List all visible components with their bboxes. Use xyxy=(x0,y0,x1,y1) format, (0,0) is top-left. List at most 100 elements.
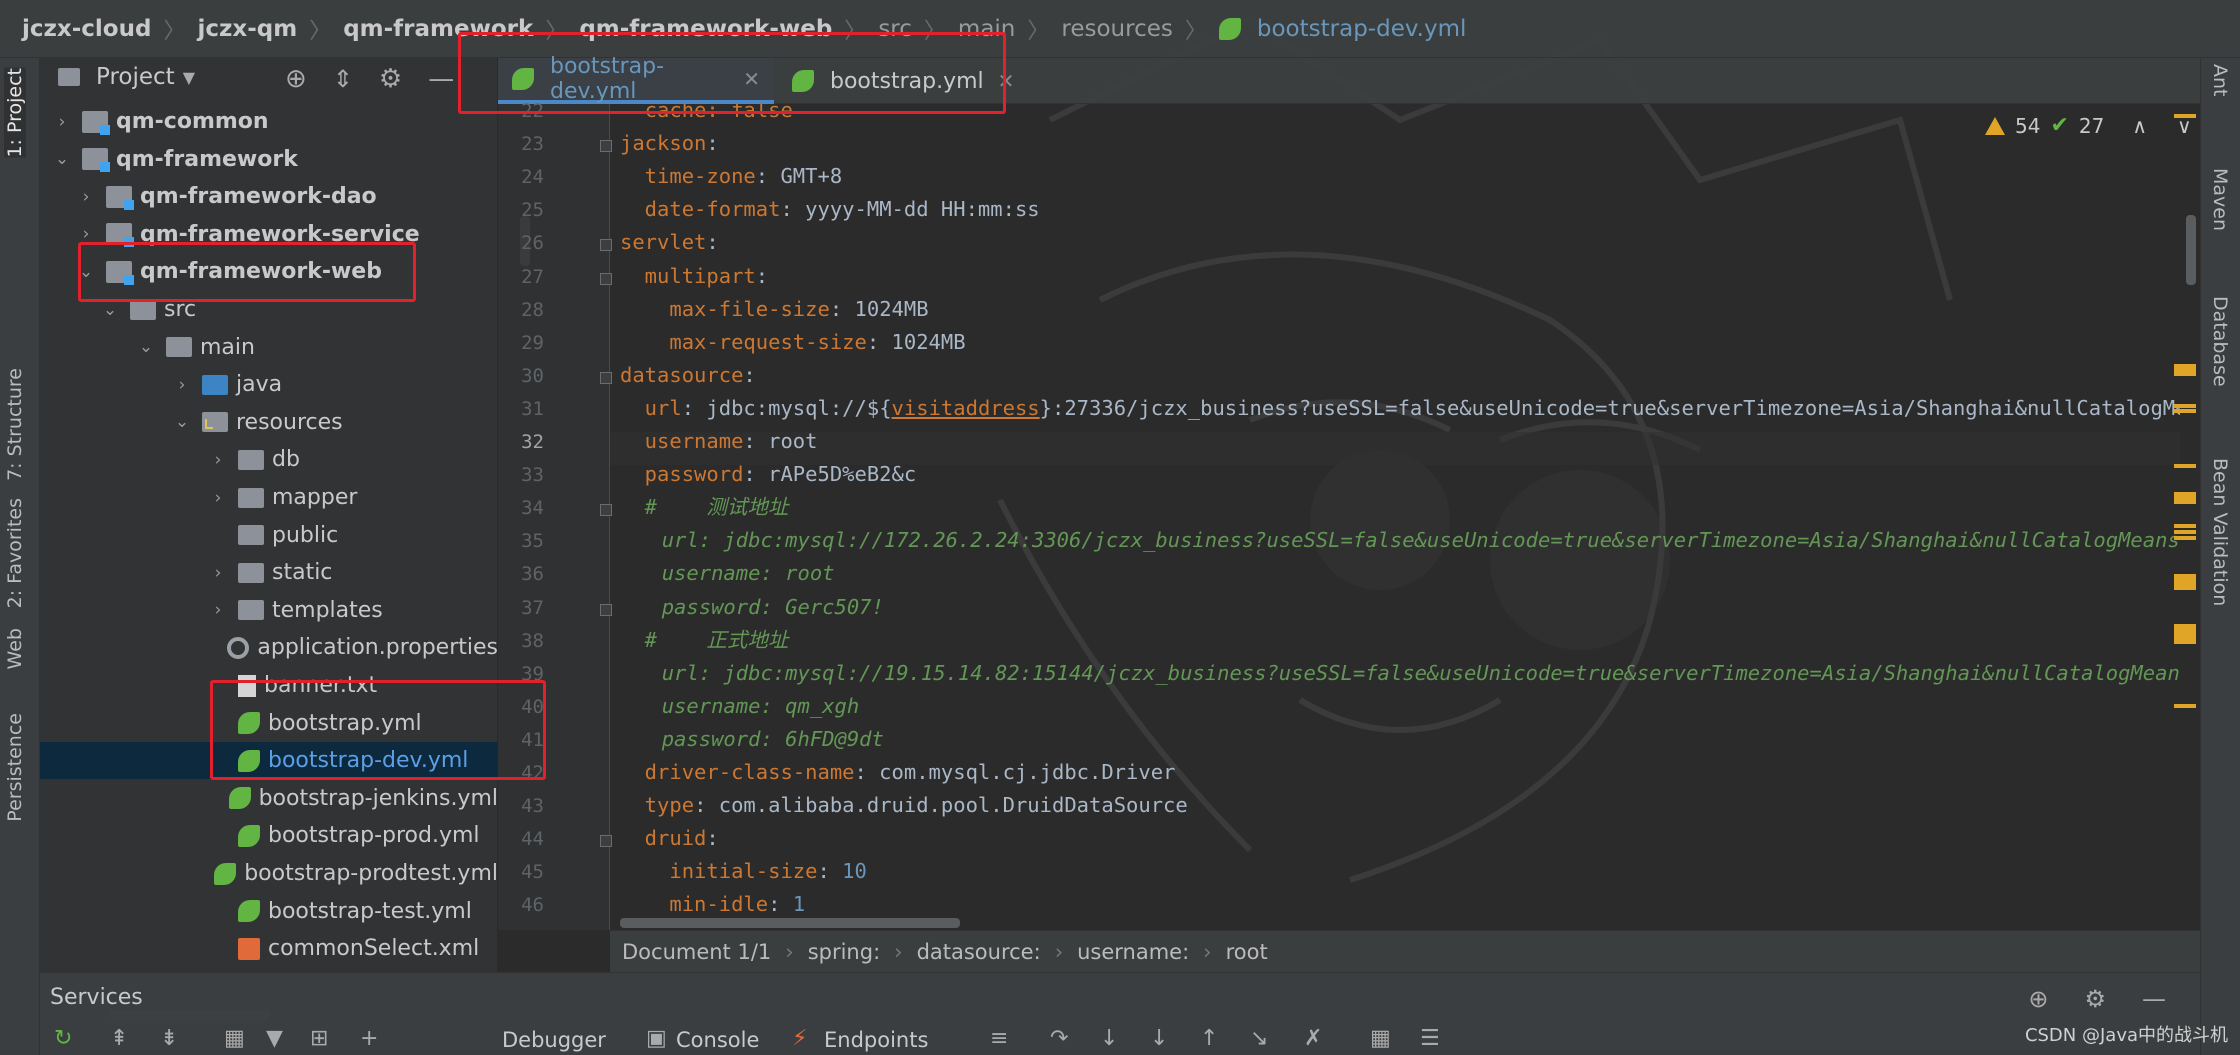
line-number[interactable]: 27 xyxy=(498,266,544,288)
rerun-icon[interactable]: ↻ xyxy=(54,1026,72,1051)
tree-item[interactable]: banner.txt xyxy=(40,667,498,704)
fold-marker-icon[interactable] xyxy=(600,371,612,384)
services-tab-endpoints[interactable]: Endpoints xyxy=(824,1028,928,1052)
tool-tab-database[interactable]: Database xyxy=(2209,296,2231,387)
tool-tab-persistence[interactable]: Persistence xyxy=(4,713,26,822)
chevron-icon[interactable]: › xyxy=(52,112,72,132)
chevron-icon[interactable]: › xyxy=(76,224,96,244)
filter-icon[interactable]: ▼ xyxy=(266,1026,283,1051)
locate-icon[interactable]: ⊕ xyxy=(2028,985,2048,1013)
line-number[interactable]: 31 xyxy=(498,398,544,420)
tree-item[interactable]: › qm-framework-dao xyxy=(40,178,498,215)
line-number[interactable]: 39 xyxy=(498,663,544,685)
tool-tab-web[interactable]: Web xyxy=(4,628,26,669)
fold-marker-icon[interactable] xyxy=(600,140,612,153)
expand-all-icon[interactable]: ⇞ xyxy=(110,1026,128,1051)
warning-marker[interactable] xyxy=(2174,372,2196,376)
chevron-icon[interactable]: ⌄ xyxy=(100,300,120,320)
chevron-icon[interactable]: › xyxy=(208,563,228,583)
warning-marker[interactable] xyxy=(2174,640,2196,644)
tree-item[interactable]: › static xyxy=(40,554,498,591)
collapse-all-icon[interactable]: ⇟ xyxy=(160,1026,178,1051)
tree-item[interactable]: bootstrap-dev.yml xyxy=(40,742,498,780)
tool-tab-favorites[interactable]: 2: Favorites xyxy=(4,498,26,608)
tree-item[interactable]: bootstrap-jenkins.yml xyxy=(40,780,498,817)
fold-marker-icon[interactable] xyxy=(600,239,612,252)
breadcrumb-item[interactable]: qm-framework xyxy=(343,16,533,42)
warning-marker[interactable] xyxy=(2174,500,2196,504)
services-title[interactable]: Services xyxy=(50,985,143,1010)
tree-item[interactable]: ⌄ resources xyxy=(40,404,498,441)
line-number[interactable]: 46 xyxy=(498,894,544,916)
warning-marker[interactable] xyxy=(2174,464,2196,468)
tree-item[interactable]: bootstrap.yml xyxy=(40,705,498,742)
warning-marker[interactable] xyxy=(2174,524,2196,528)
line-number[interactable]: 22 xyxy=(498,100,544,122)
line-number[interactable]: 45 xyxy=(498,861,544,883)
chevron-icon[interactable]: › xyxy=(208,600,228,620)
line-number[interactable]: 40 xyxy=(498,696,544,718)
step-into-icon[interactable]: ↓ xyxy=(1100,1026,1118,1051)
gear-icon[interactable]: ⚙ xyxy=(2084,985,2106,1013)
line-number[interactable]: 30 xyxy=(498,365,544,387)
breadcrumb-item[interactable]: qm-framework-web xyxy=(579,16,832,42)
tree-item[interactable]: ⌄ qm-framework-web xyxy=(40,253,498,290)
tree-item[interactable]: application.properties xyxy=(40,629,498,666)
line-number[interactable]: 41 xyxy=(498,729,544,751)
tree-item[interactable]: bootstrap-test.yml xyxy=(40,893,498,930)
structure-breadcrumb-item[interactable]: Document 1/1 xyxy=(622,940,771,964)
tree-item[interactable]: public xyxy=(40,517,498,554)
code-editor[interactable]: cache: false jackson: time-zone: GMT+8 da… xyxy=(620,104,2180,930)
chevron-down-icon[interactable]: ▼ xyxy=(183,68,195,87)
structure-breadcrumb-item[interactable]: username: xyxy=(1077,940,1189,964)
tree-item[interactable]: › templates xyxy=(40,592,498,629)
line-number[interactable]: 33 xyxy=(498,464,544,486)
locate-icon[interactable]: ⊕ xyxy=(285,64,307,94)
warning-marker[interactable] xyxy=(2174,536,2196,540)
inspection-widget[interactable]: 54 ✔ 27 ∧ ∨ xyxy=(1985,113,2192,138)
tool-tab-bean-validation[interactable]: Bean Validation xyxy=(2209,458,2231,606)
tool-tab-project[interactable]: 1: Project xyxy=(4,68,26,158)
editor-gutter[interactable]: 22 23 24 25 26 27 28 29 30 31 32 33 34 35 36 37 38 39 40 41… xyxy=(498,100,612,930)
chevron-icon[interactable]: › xyxy=(208,450,228,470)
new-tab-icon[interactable]: ⊞ xyxy=(310,1026,328,1051)
tree-item[interactable]: › qm-framework-service xyxy=(40,216,498,253)
editor-tab-bootstrap[interactable]: bootstrap.yml ✕ xyxy=(778,58,1014,104)
warning-marker[interactable] xyxy=(2174,409,2196,413)
breadcrumb-item[interactable]: jczx-qm xyxy=(197,16,297,42)
tree-item[interactable]: ⌄ qm-framework xyxy=(40,141,498,178)
tree-item[interactable]: › qm-common xyxy=(40,103,498,140)
chevron-up-icon[interactable]: ∧ xyxy=(2132,114,2147,138)
line-number[interactable]: 44 xyxy=(498,828,544,850)
editor-tab-bootstrap-dev[interactable]: bootstrap-dev.yml ✕ xyxy=(498,54,774,104)
warning-marker[interactable] xyxy=(2174,530,2196,534)
editor-horizontal-scrollbar[interactable] xyxy=(620,918,960,928)
tree-item[interactable]: ⌄ src xyxy=(40,291,498,328)
line-number[interactable]: 43 xyxy=(498,795,544,817)
breadcrumb-item[interactable]: src xyxy=(878,16,912,42)
hide-icon[interactable]: — xyxy=(428,64,454,94)
close-icon[interactable]: ✕ xyxy=(743,67,760,91)
line-number[interactable]: 37 xyxy=(498,597,544,619)
tool-tab-ant[interactable]: Ant xyxy=(2209,64,2231,97)
chevron-icon[interactable]: › xyxy=(208,488,228,508)
fold-marker-icon[interactable] xyxy=(600,272,612,285)
warning-marker[interactable] xyxy=(2174,114,2196,118)
table-icon[interactable]: ▦ xyxy=(1370,1026,1391,1051)
line-number[interactable]: 35 xyxy=(498,530,544,552)
tool-tab-structure[interactable]: 7: Structure xyxy=(4,368,26,481)
fold-marker-icon[interactable] xyxy=(600,504,612,517)
step-out-icon[interactable]: ↑ xyxy=(1200,1026,1218,1051)
tree-item[interactable]: bootstrap-prodtest.yml xyxy=(40,855,498,892)
breadcrumb-item[interactable]: jczx-cloud xyxy=(22,16,151,42)
gear-icon[interactable]: ⚙ xyxy=(379,64,402,94)
line-number[interactable]: 25 xyxy=(498,199,544,221)
project-panel-title[interactable]: Project xyxy=(96,64,175,90)
chevron-icon[interactable]: › xyxy=(172,375,192,395)
chevron-icon[interactable]: ⌄ xyxy=(136,337,156,357)
structure-breadcrumb-item[interactable]: root xyxy=(1226,940,1268,964)
tree-item[interactable]: commonSelect.xml xyxy=(40,930,498,967)
chevron-icon[interactable]: ⌄ xyxy=(52,149,72,169)
collapse-all-icon[interactable]: ⇕ xyxy=(333,65,353,93)
line-number[interactable]: 34 xyxy=(498,497,544,519)
